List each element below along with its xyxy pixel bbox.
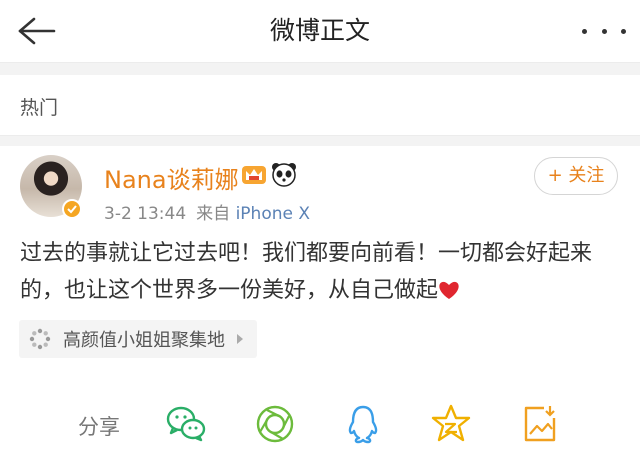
share-label: 分享 [78,415,120,439]
section-label-hot: 热门 [20,97,59,119]
save-image-icon[interactable] [518,402,562,446]
panda-badge-icon[interactable] [270,160,298,188]
member-crown-icon[interactable] [240,160,268,188]
topic-tag[interactable]: 高颜值小姐姐聚集地 [19,320,257,358]
source-prefix: 来自 [196,204,231,224]
section-gap [0,136,640,146]
chevron-right-icon [237,334,243,344]
source-device-link[interactable]: iPhone X [236,204,310,224]
user-name[interactable]: Nana谈莉娜 [104,160,239,195]
wechat-icon[interactable] [164,402,208,446]
qzone-icon[interactable] [429,402,473,446]
topic-icon [29,328,51,350]
moments-icon[interactable] [253,402,297,446]
follow-button[interactable]: + 关注 [534,157,618,195]
post-time: 3-2 13:44 [104,204,187,224]
more-dot-icon [582,28,587,34]
page-title: 微博正文 [269,16,370,45]
navigation-bar: 微博正文 [0,0,640,63]
qq-icon[interactable] [341,402,385,446]
verified-badge-icon [62,199,82,219]
post-text: 过去的事就让它过去吧！我们都要向前看！一切都会好起来的，也让这个世界多一份美好，… [20,241,593,303]
more-dot-icon [621,28,626,34]
heart-emoji-icon [439,281,459,299]
post-content: 过去的事就让它过去吧！我们都要向前看！一切都会好起来的，也让这个世界多一份美好，… [20,235,620,309]
section-gap [0,63,640,75]
topic-label: 高颜值小姐姐聚集地 [63,330,225,351]
more-dot-icon [601,28,607,34]
avatar[interactable] [20,155,82,219]
post-meta: 3-2 13:44 来自 iPhone X [104,199,310,224]
more-options-button[interactable] [582,14,626,48]
section-header: 热门 [0,75,640,136]
